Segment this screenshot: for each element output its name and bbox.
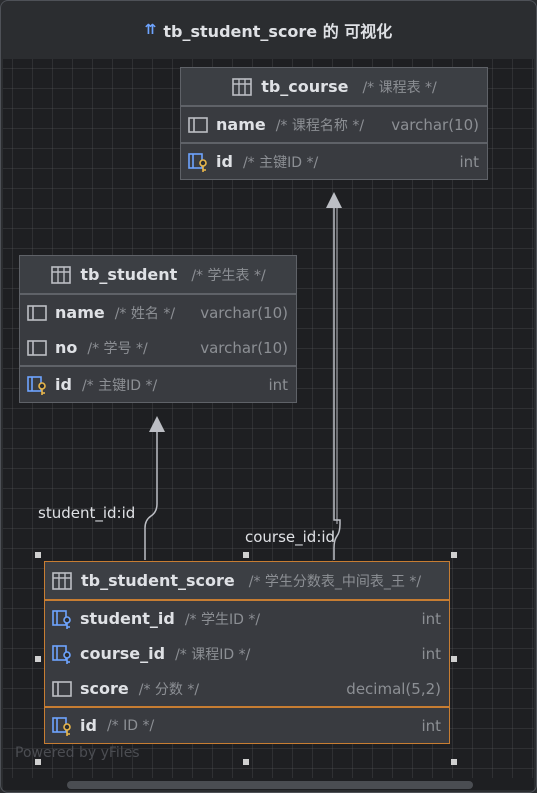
- course-link-label: course_id:id: [245, 528, 336, 546]
- resize-handle-left[interactable]: [35, 656, 41, 662]
- column-type: int: [459, 152, 479, 171]
- resize-handle-top-left[interactable]: [35, 552, 41, 558]
- column-type: varchar(10): [391, 115, 479, 134]
- column-type: decimal(5,2): [346, 679, 441, 698]
- table-name: tb_student: [80, 265, 178, 284]
- foreign-key-icon: [52, 609, 71, 629]
- resize-handle-bottom-right[interactable]: [451, 759, 457, 765]
- table-icon: [51, 265, 72, 284]
- table-icon: [232, 77, 253, 96]
- column-name: id: [216, 152, 233, 171]
- resize-handle-bottom[interactable]: [243, 759, 249, 765]
- table-header: tb_student_score /* 学生分数表_中间表_王 */: [45, 562, 449, 601]
- table-comment: /* 课程表 */: [362, 79, 437, 96]
- column-row-id[interactable]: id /* ID */ int: [45, 708, 449, 743]
- column-comment: /* 主键ID */: [81, 377, 158, 394]
- column-comment: /* 学生ID */: [184, 611, 261, 628]
- column-name: id: [55, 375, 72, 394]
- column-name: id: [80, 716, 97, 735]
- table-tb-student[interactable]: tb_student /* 学生表 */ name /* 姓名 */ varch…: [19, 255, 297, 403]
- column-row-id[interactable]: id /* 主键ID */ int: [181, 144, 487, 179]
- foreign-key-icon: [52, 644, 71, 664]
- primary-key-icon: [27, 375, 46, 395]
- column-name: name: [216, 115, 266, 134]
- column-icon: [52, 680, 72, 697]
- column-row-name[interactable]: name /* 课程名称 */ varchar(10): [181, 107, 487, 142]
- column-row-score[interactable]: score /* 分数 */ decimal(5,2): [45, 671, 449, 706]
- table-name: tb_course: [261, 77, 349, 96]
- column-name: student_id: [80, 609, 175, 628]
- table-name: tb_student_score: [81, 571, 235, 590]
- table-tb-student-score[interactable]: tb_student_score /* 学生分数表_中间表_王 */ stude…: [44, 561, 450, 744]
- column-name: course_id: [80, 644, 166, 663]
- column-type: int: [268, 375, 288, 394]
- column-comment: /* 姓名 */: [114, 305, 176, 322]
- column-type: varchar(10): [200, 303, 288, 322]
- column-row-id[interactable]: id /* 主键ID */ int: [20, 367, 296, 402]
- column-icon: [27, 304, 47, 321]
- column-comment: /* 课程名称 */: [275, 117, 365, 134]
- column-name: no: [55, 338, 78, 357]
- primary-key-icon: [188, 152, 207, 172]
- table-icon: [52, 571, 72, 590]
- student-link-label: student_id:id: [38, 504, 136, 522]
- primary-key-icon: [52, 716, 71, 736]
- column-icon: [188, 116, 208, 133]
- column-icon: [27, 339, 47, 356]
- course-link-arrow: [326, 192, 342, 208]
- table-header: tb_student /* 学生表 */: [20, 256, 296, 295]
- column-row-no[interactable]: no /* 学号 */ varchar(10): [20, 330, 296, 365]
- column-type: int: [421, 609, 441, 628]
- column-type: varchar(10): [200, 338, 288, 357]
- column-comment: /* 分数 */: [138, 681, 200, 698]
- column-type: int: [421, 716, 441, 735]
- column-row-student-id[interactable]: student_id /* 学生ID */ int: [45, 601, 449, 636]
- resize-handle-top[interactable]: [243, 552, 249, 558]
- table-comment: /* 学生表 */: [191, 267, 266, 284]
- resize-handle-right[interactable]: [451, 656, 457, 662]
- student-link-arrow: [149, 416, 165, 432]
- table-tb-course[interactable]: tb_course /* 课程表 */ name /* 课程名称 */ varc…: [180, 67, 488, 180]
- column-type: int: [421, 644, 441, 663]
- column-comment: /* 学号 */: [87, 340, 148, 357]
- column-comment: /* ID */: [106, 717, 155, 734]
- resize-handle-top-right[interactable]: [451, 552, 457, 558]
- student-link-line[interactable]: [144, 432, 158, 560]
- table-header: tb_course /* 课程表 */: [181, 68, 487, 107]
- column-row-course-id[interactable]: course_id /* 课程ID */ int: [45, 636, 449, 671]
- column-name: name: [55, 303, 105, 322]
- column-comment: /* 主键ID */: [242, 154, 319, 171]
- resize-handle-bottom-left[interactable]: [35, 759, 41, 765]
- table-comment: /* 学生分数表_中间表_王 */: [248, 573, 422, 590]
- column-row-name[interactable]: name /* 姓名 */ varchar(10): [20, 295, 296, 330]
- column-comment: /* 课程ID */: [175, 646, 251, 663]
- column-name: score: [80, 679, 129, 698]
